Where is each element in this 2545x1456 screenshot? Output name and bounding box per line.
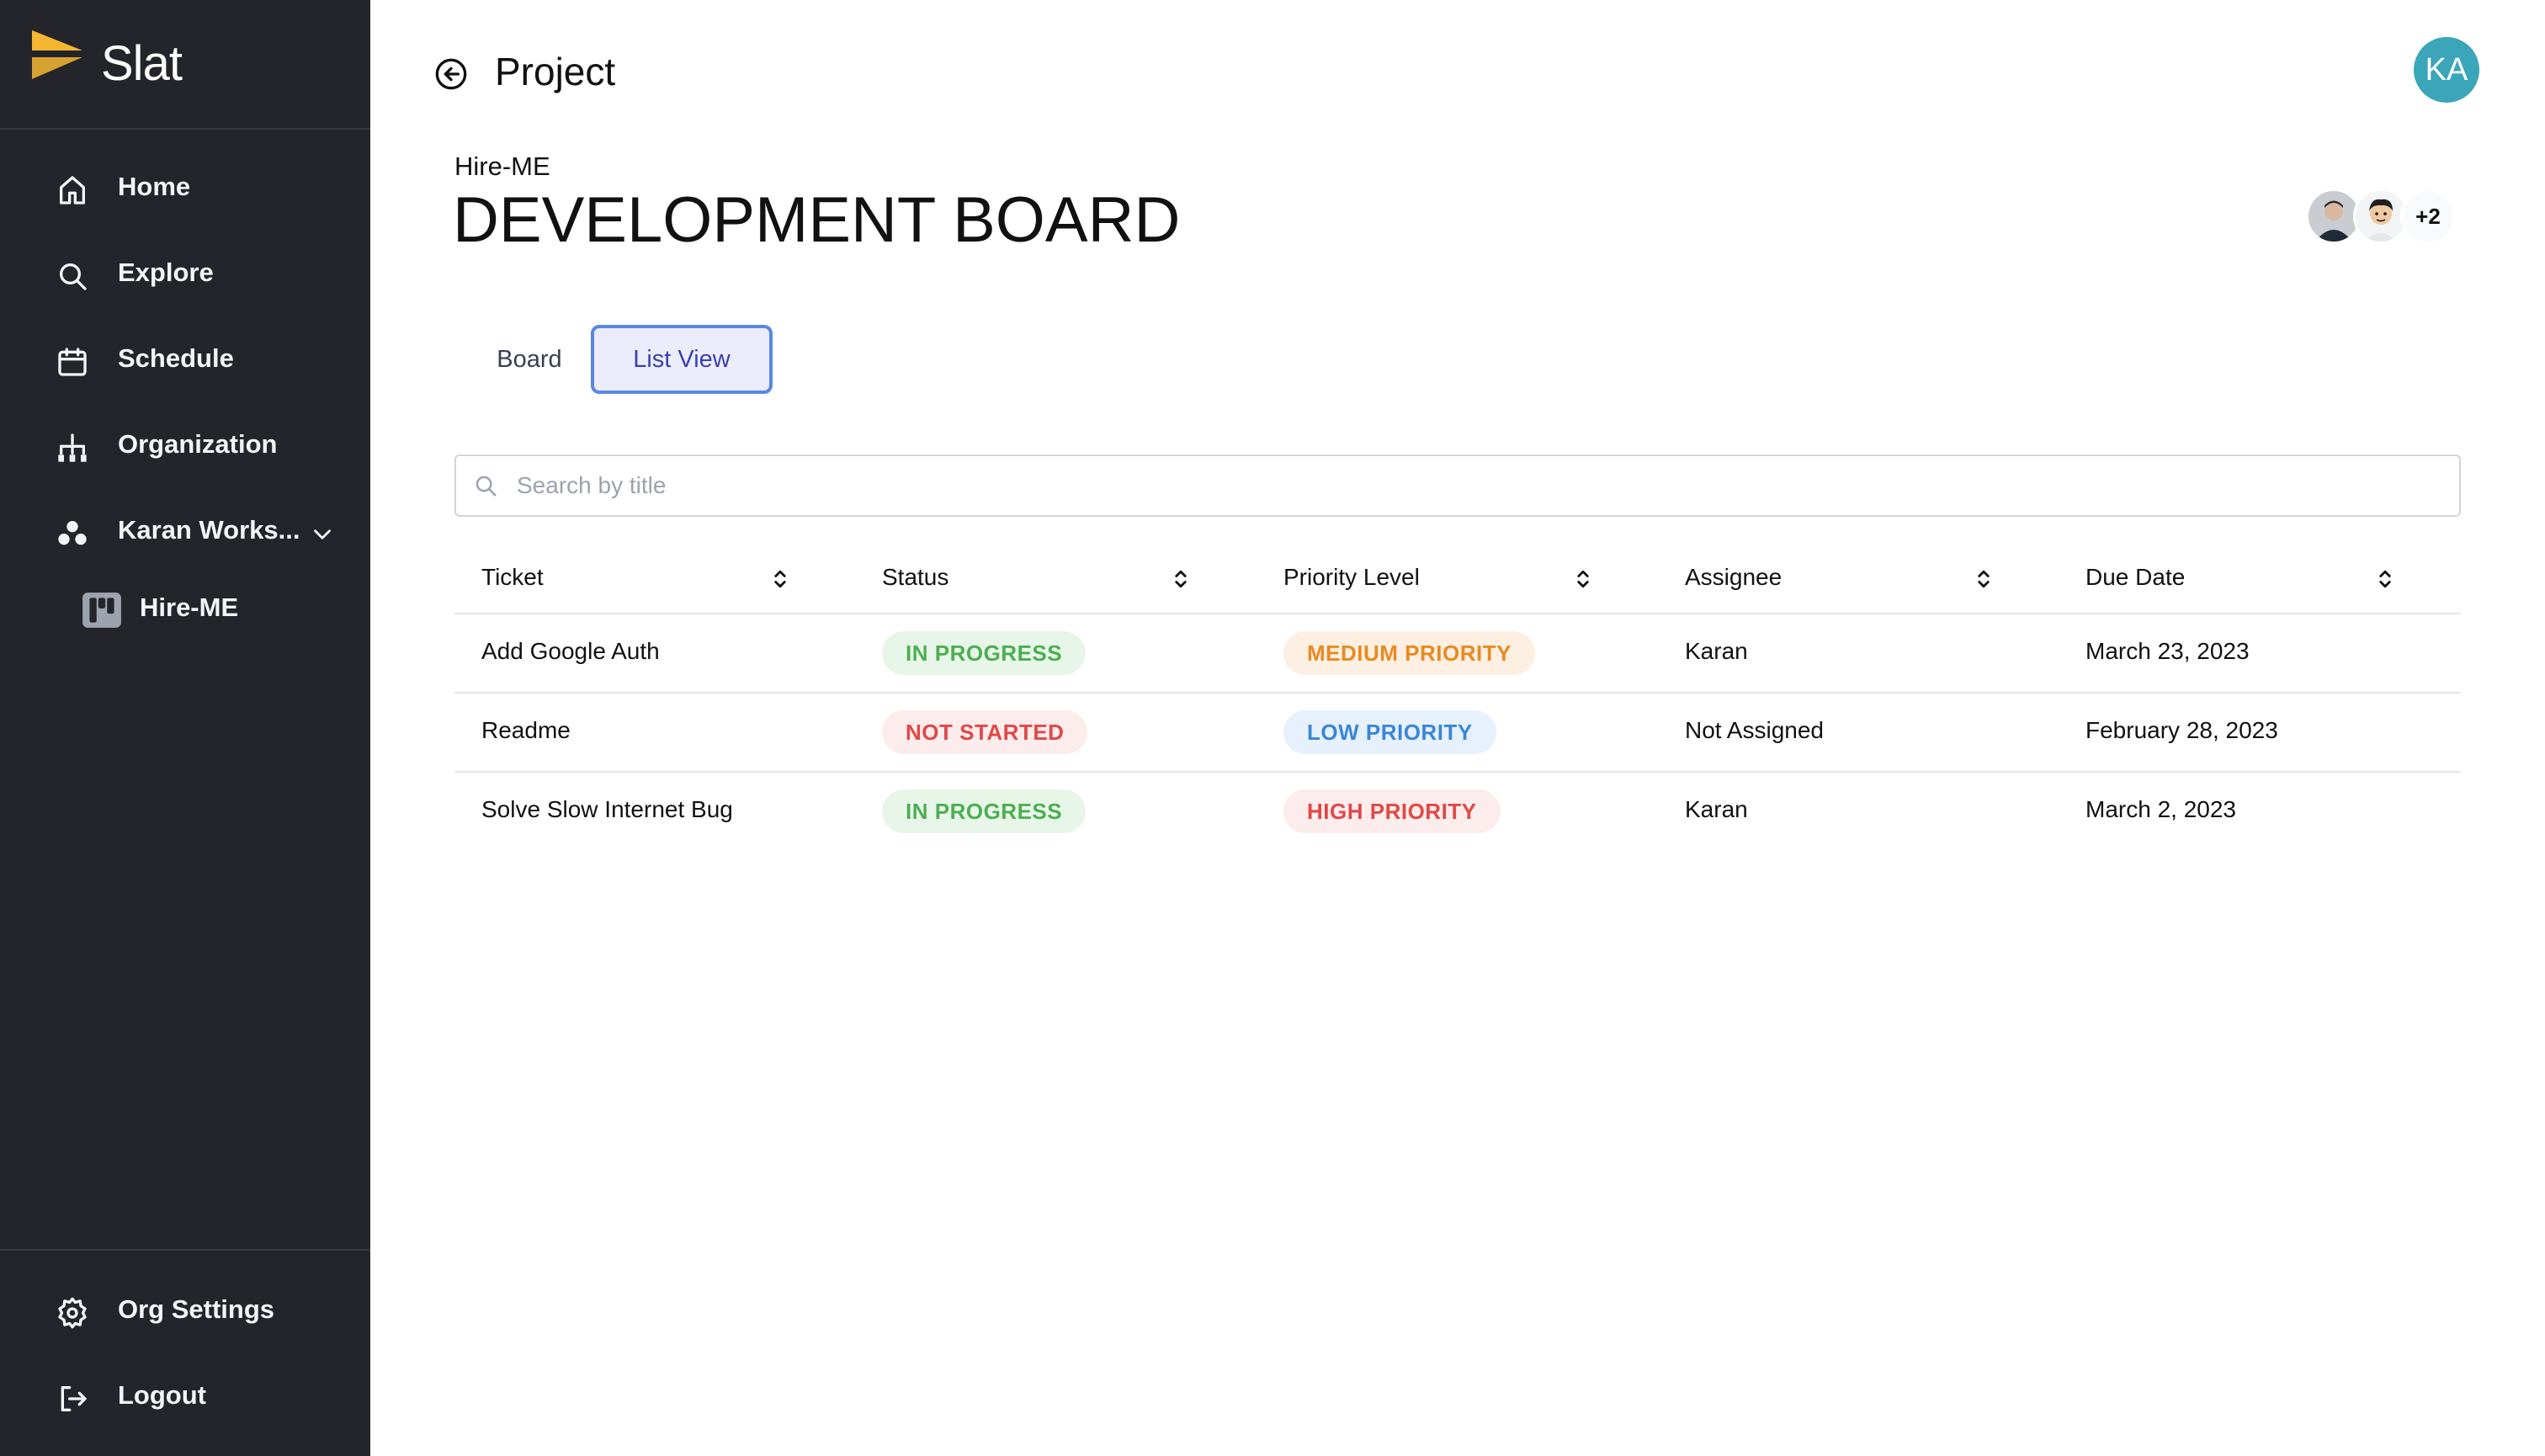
table-row[interactable]: Readme NOT STARTED LOW PRIORITY Not Assi… (454, 693, 2461, 773)
app-window: Slat Home Explore Schedule Organization … (0, 0, 2545, 1456)
status-badge: IN PROGRESS (882, 789, 1087, 833)
assignee: Not Assigned (1685, 717, 1824, 743)
search-box[interactable] (454, 454, 2461, 517)
sidebar-item-label: Org Settings (118, 1294, 275, 1324)
column-header-priority[interactable]: Priority Level (1283, 564, 1420, 591)
sidebar-item-org-settings[interactable]: Org Settings (0, 1279, 370, 1347)
column-header-ticket[interactable]: Ticket (481, 564, 544, 591)
ticket-title: Readme (481, 717, 571, 743)
brand: Slat (0, 0, 370, 130)
member-avatars[interactable]: +2 (2306, 189, 2500, 246)
sidebar-item-label: Schedule (118, 343, 234, 373)
priority-badge: HIGH PRIORITY (1283, 789, 1501, 833)
due-date: March 2, 2023 (2085, 796, 2236, 822)
calendar-icon (58, 348, 87, 376)
ticket-title: Add Google Auth (481, 638, 660, 664)
tab-board[interactable]: Board (475, 325, 584, 394)
slat-logo-icon (32, 30, 82, 79)
sidebar-item-label: Explore (118, 258, 214, 287)
assignee: Karan (1685, 796, 1748, 822)
main-content: Project KA Hire-ME DEVELOPMENT BOARD +2 … (370, 0, 2545, 1456)
person-photo-icon (2309, 191, 2359, 242)
chevron-down-icon[interactable] (308, 520, 337, 549)
sidebar-item-logout[interactable]: Logout (0, 1365, 370, 1432)
sidebar-item-organization[interactable]: Organization (0, 414, 370, 481)
page-title: Project (495, 50, 616, 93)
brand-name: Slat (101, 36, 183, 91)
status-badge: NOT STARTED (882, 710, 1088, 754)
sidebar-item-hire-me[interactable]: Hire-ME (0, 577, 370, 645)
sidebar-item-label: Hire-ME (140, 592, 239, 622)
search-icon (476, 476, 497, 497)
workspace-icon (58, 521, 87, 545)
table-header: Ticket Status Priority Level Assignee Du… (454, 542, 2461, 614)
back-arrow-icon[interactable] (434, 57, 468, 91)
sidebar-item-workspace[interactable]: Karan Works... (0, 500, 370, 567)
sort-icon[interactable] (1172, 567, 1190, 591)
board-icon (82, 592, 121, 628)
sidebar-item-label: Karan Works... (118, 515, 300, 545)
tab-list-view[interactable]: List View (591, 325, 773, 394)
assignee: Karan (1685, 638, 1748, 664)
sidebar-item-label: Organization (118, 429, 278, 459)
column-header-status[interactable]: Status (882, 564, 948, 591)
priority-badge: MEDIUM PRIORITY (1283, 631, 1535, 675)
sidebar-item-home[interactable]: Home (0, 157, 370, 224)
sidebar-bottom: Org Settings Logout (0, 1249, 370, 1456)
board-title: DEVELOPMENT BOARD (453, 184, 1181, 256)
sort-icon[interactable] (771, 567, 789, 591)
sort-icon[interactable] (1974, 567, 1993, 591)
sidebar-item-label: Home (118, 172, 191, 201)
table-row[interactable]: Add Google Auth IN PROGRESS MEDIUM PRIOR… (454, 614, 2461, 693)
tickets-table: Ticket Status Priority Level Assignee Du… (454, 542, 2461, 852)
priority-badge: LOW PRIORITY (1283, 710, 1496, 754)
sort-icon[interactable] (2376, 567, 2394, 591)
column-header-due-date[interactable]: Due Date (2085, 564, 2185, 591)
sidebar-item-label: Logout (118, 1380, 207, 1410)
project-name: Hire-ME (454, 151, 550, 181)
sidebar: Slat Home Explore Schedule Organization … (0, 0, 370, 1456)
logout-icon (61, 1386, 87, 1411)
search-icon (60, 263, 87, 290)
due-date: February 28, 2023 (2085, 717, 2278, 743)
status-badge: IN PROGRESS (882, 631, 1087, 675)
ticket-title: Solve Slow Internet Bug (481, 796, 733, 822)
sidebar-item-explore[interactable]: Explore (0, 242, 370, 310)
sidebar-item-schedule[interactable]: Schedule (0, 328, 370, 396)
column-header-assignee[interactable]: Assignee (1685, 564, 1782, 591)
gear-icon (58, 1297, 87, 1329)
table-row[interactable]: Solve Slow Internet Bug IN PROGRESS HIGH… (454, 773, 2461, 852)
due-date: March 23, 2023 (2085, 638, 2250, 664)
more-members-badge[interactable]: +2 (2400, 189, 2456, 244)
home-icon (60, 176, 86, 205)
org-chart-icon (58, 433, 87, 462)
sort-icon[interactable] (1574, 567, 1592, 591)
person-cartoon-icon (2356, 191, 2406, 242)
search-input[interactable] (517, 465, 2436, 507)
user-avatar[interactable]: KA (2414, 37, 2479, 103)
